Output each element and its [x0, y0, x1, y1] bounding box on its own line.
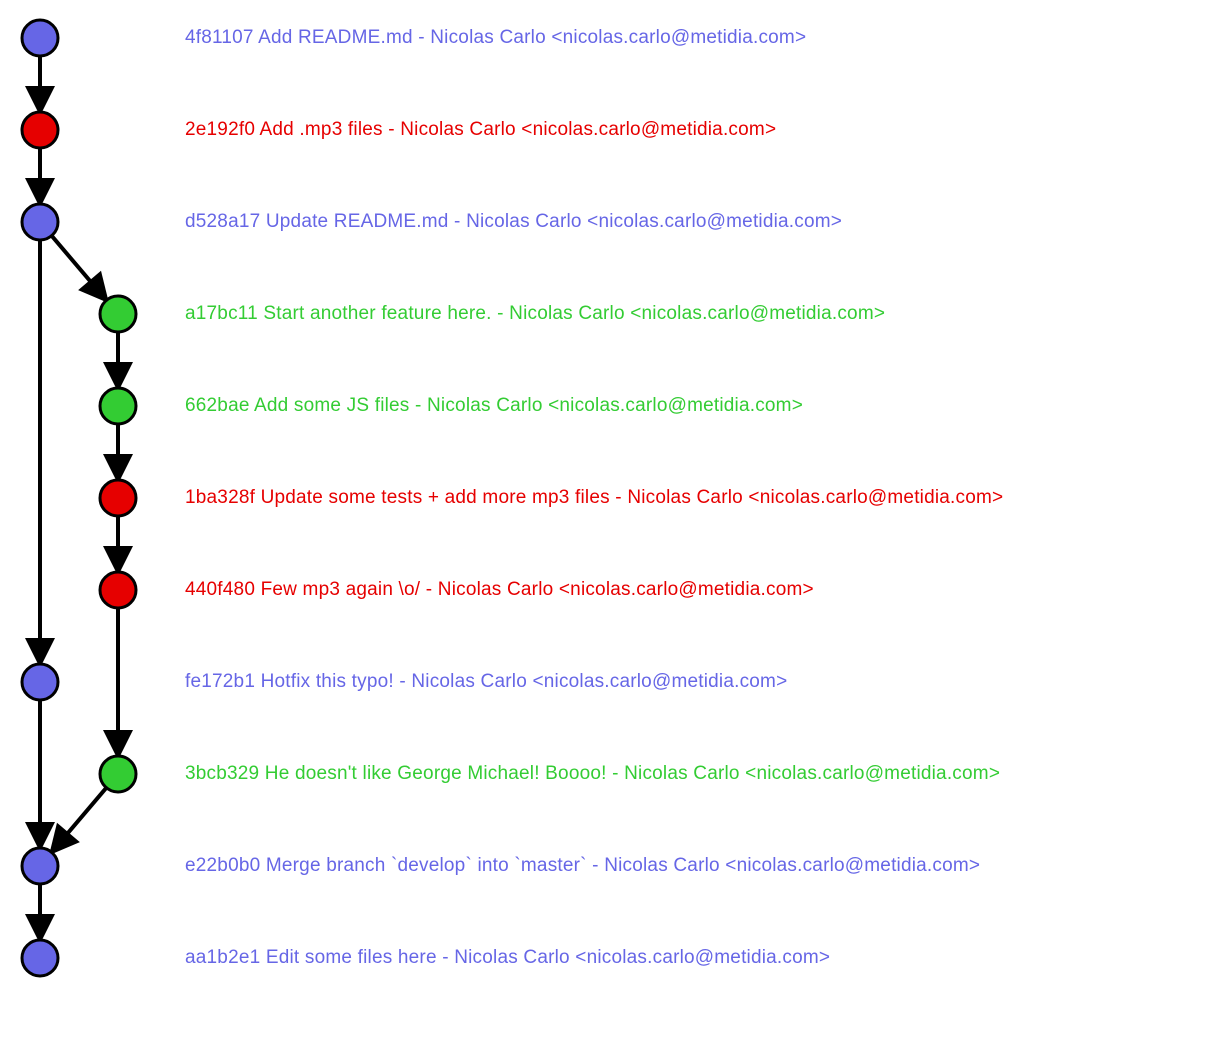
- commit-email: nicolas.carlo@metidia.com: [737, 855, 969, 876]
- commit-hash: 1ba328f: [185, 487, 255, 508]
- commit-node-1ba328f: [100, 480, 136, 516]
- commit-email: nicolas.carlo@metidia.com: [598, 211, 830, 232]
- commit-message: Few mp3 again \o/: [261, 579, 421, 600]
- commit-message: Add some JS files: [254, 395, 409, 416]
- commit-hash: 662bae: [185, 395, 250, 416]
- commit-author: Nicolas Carlo: [509, 303, 625, 324]
- commit-hash: a17bc11: [185, 303, 258, 324]
- commit-email: nicolas.carlo@metidia.com: [544, 671, 776, 692]
- commit-author: Nicolas Carlo: [624, 763, 740, 784]
- git-graph: 4f81107 Add README.md - Nicolas Carlo <n…: [0, 0, 1206, 1038]
- commit-author: Nicolas Carlo: [454, 947, 570, 968]
- commit-node-2e192f0: [22, 112, 58, 148]
- commit-label-1ba328f: 1ba328f Update some tests + add more mp3…: [185, 487, 1003, 509]
- commit-hash: e22b0b0: [185, 855, 260, 876]
- commit-message: He doesn't like George Michael! Boooo!: [265, 763, 607, 784]
- commit-message: Hotfix this typo!: [261, 671, 394, 692]
- commit-label-e22b0b0: e22b0b0 Merge branch `develop` into `mas…: [185, 855, 980, 877]
- commit-author: Nicolas Carlo: [427, 395, 543, 416]
- commit-node-a17bc11: [100, 296, 136, 332]
- commit-node-d528a17: [22, 204, 58, 240]
- commit-email: nicolas.carlo@metidia.com: [760, 487, 992, 508]
- edge-c2-c3: [52, 236, 106, 299]
- commit-hash: d528a17: [185, 211, 260, 232]
- commit-email: nicolas.carlo@metidia.com: [563, 27, 795, 48]
- commit-node-662bae: [100, 388, 136, 424]
- commit-email: nicolas.carlo@metidia.com: [642, 303, 874, 324]
- commit-message: Merge branch `develop` into `master`: [266, 855, 587, 876]
- commit-email: nicolas.carlo@metidia.com: [559, 395, 791, 416]
- commit-label-440f480: 440f480 Few mp3 again \o/ - Nicolas Carl…: [185, 579, 814, 601]
- commit-label-aa1b2e1: aa1b2e1 Edit some files here - Nicolas C…: [185, 947, 830, 969]
- commit-label-4f81107: 4f81107 Add README.md - Nicolas Carlo <n…: [185, 27, 806, 49]
- commit-label-d528a17: d528a17 Update README.md - Nicolas Carlo…: [185, 211, 842, 233]
- commit-message: Add README.md: [258, 27, 413, 48]
- commit-message: Edit some files here: [266, 947, 437, 968]
- commit-message: Start another feature here.: [263, 303, 491, 324]
- commit-message: Update some tests + add more mp3 files: [261, 487, 610, 508]
- commit-label-662bae: 662bae Add some JS files - Nicolas Carlo…: [185, 395, 803, 417]
- commit-hash: 2e192f0: [185, 119, 255, 140]
- commit-message: Add .mp3 files: [260, 119, 383, 140]
- graph-canvas: [0, 0, 1206, 1038]
- commit-hash: 440f480: [185, 579, 255, 600]
- commit-label-a17bc11: a17bc11 Start another feature here. - Ni…: [185, 303, 885, 325]
- commit-email: nicolas.carlo@metidia.com: [587, 947, 819, 968]
- commit-node-e22b0b0: [22, 848, 58, 884]
- edge-c8-c9: [53, 788, 107, 851]
- commit-node-fe172b1: [22, 664, 58, 700]
- commit-author: Nicolas Carlo: [400, 119, 516, 140]
- commit-hash: fe172b1: [185, 671, 255, 692]
- commit-author: Nicolas Carlo: [627, 487, 743, 508]
- commit-author: Nicolas Carlo: [604, 855, 720, 876]
- commit-message: Update README.md: [266, 211, 449, 232]
- commit-node-3bcb329: [100, 756, 136, 792]
- commit-node-aa1b2e1: [22, 940, 58, 976]
- commit-node-440f480: [100, 572, 136, 608]
- commit-author: Nicolas Carlo: [411, 671, 527, 692]
- commit-hash: aa1b2e1: [185, 947, 260, 968]
- commit-label-3bcb329: 3bcb329 He doesn't like George Michael! …: [185, 763, 1000, 785]
- commit-hash: 3bcb329: [185, 763, 259, 784]
- commit-node-4f81107: [22, 20, 58, 56]
- commit-author: Nicolas Carlo: [466, 211, 582, 232]
- commit-label-2e192f0: 2e192f0 Add .mp3 files - Nicolas Carlo <…: [185, 119, 776, 141]
- commit-email: nicolas.carlo@metidia.com: [756, 763, 988, 784]
- commit-author: Nicolas Carlo: [430, 27, 546, 48]
- commit-email: nicolas.carlo@metidia.com: [533, 119, 765, 140]
- commit-hash: 4f81107: [185, 27, 254, 48]
- commit-author: Nicolas Carlo: [438, 579, 554, 600]
- commit-email: nicolas.carlo@metidia.com: [570, 579, 802, 600]
- commit-label-fe172b1: fe172b1 Hotfix this typo! - Nicolas Carl…: [185, 671, 787, 693]
